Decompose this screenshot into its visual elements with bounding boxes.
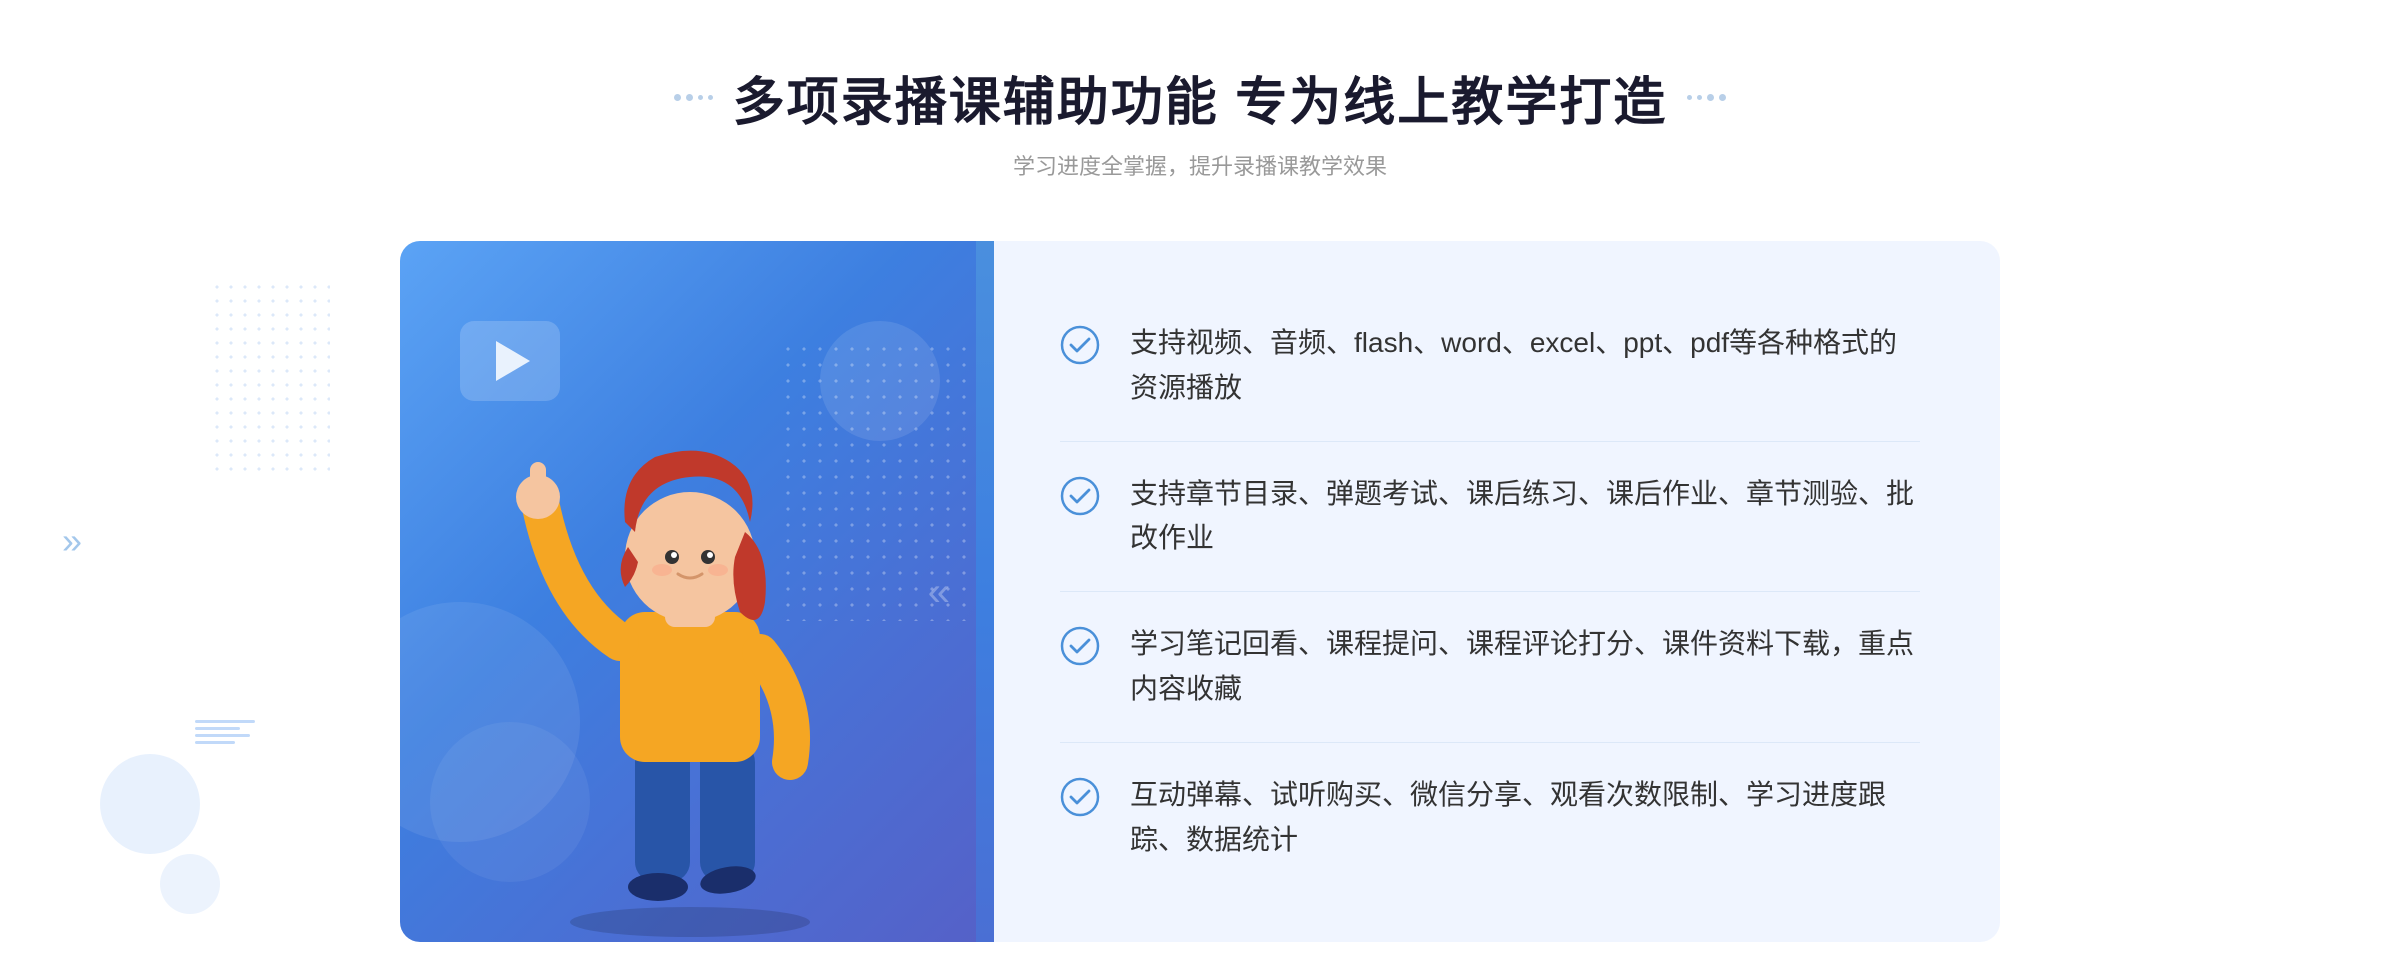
deco-dot-3 [698,95,703,100]
page-wrapper: » 多项录播课辅助功能 专为线上教学打造 学习进度全掌握，提升录播 [0,0,2400,974]
play-button-deco [460,321,560,401]
deco-dot-1 [674,94,681,101]
check-circle-icon [1060,626,1100,666]
feature-text-4: 互动弹幕、试听购买、微信分享、观看次数限制、学习进度跟踪、数据统计 [1130,773,1920,863]
feature-item: 支持章节目录、弹题考试、课后练习、课后作业、章节测验、批改作业 [1060,442,1920,593]
deco-line-3 [195,734,250,737]
page-subtitle: 学习进度全掌握，提升录播课教学效果 [1013,149,1387,181]
page-title: 多项录播课辅助功能 专为线上教学打造 [733,60,1667,135]
check-circle-icon [1060,777,1100,817]
deco-line-2 [195,727,240,730]
content-area: « [400,241,2000,942]
check-circle-icon [1060,325,1100,365]
deco-dot-7 [1707,94,1714,101]
deco-circle-blue [100,754,200,854]
deco-dot-8 [1719,94,1726,101]
chevron-left-deco: » [62,520,82,562]
deco-circle-blue-2 [160,854,220,914]
deco-dot-grid-left [210,280,330,480]
feature-text-3: 学习笔记回看、课程提问、课程评论打分、课件资料下载，重点内容收藏 [1130,622,1920,712]
feature-item: 学习笔记回看、课程提问、课程评论打分、课件资料下载，重点内容收藏 [1060,592,1920,743]
features-card: 支持视频、音频、flash、word、excel、ppt、pdf等各种格式的资源… [980,241,2000,942]
illustration-figure [480,402,900,942]
deco-dot-6 [1697,95,1702,100]
title-row: 多项录播课辅助功能 专为线上教学打造 [674,60,1726,135]
play-triangle-icon [496,341,530,381]
feature-text-2: 支持章节目录、弹题考试、课后练习、课后作业、章节测验、批改作业 [1130,472,1920,562]
deco-dot-5 [1687,95,1692,100]
deco-lines [195,720,255,744]
deco-dot-2 [686,94,693,101]
feature-item: 支持视频、音频、flash、word、excel、ppt、pdf等各种格式的资源… [1060,291,1920,442]
check-circle-icon [1060,476,1100,516]
page-header: 多项录播课辅助功能 专为线上教学打造 学习进度全掌握，提升录播课教学效果 [0,60,2400,181]
feature-item: 互动弹幕、试听购买、微信分享、观看次数限制、学习进度跟踪、数据统计 [1060,743,1920,893]
illus-connecting-bar [976,241,994,942]
illus-chevrons-deco: « [928,572,950,612]
title-deco-left [674,94,713,101]
deco-line-4 [195,741,235,744]
deco-line-1 [195,720,255,723]
title-deco-right [1687,94,1726,101]
deco-dot-4 [708,95,713,100]
illustration-card: « [400,241,980,942]
feature-text-1: 支持视频、音频、flash、word、excel、ppt、pdf等各种格式的资源… [1130,321,1920,411]
